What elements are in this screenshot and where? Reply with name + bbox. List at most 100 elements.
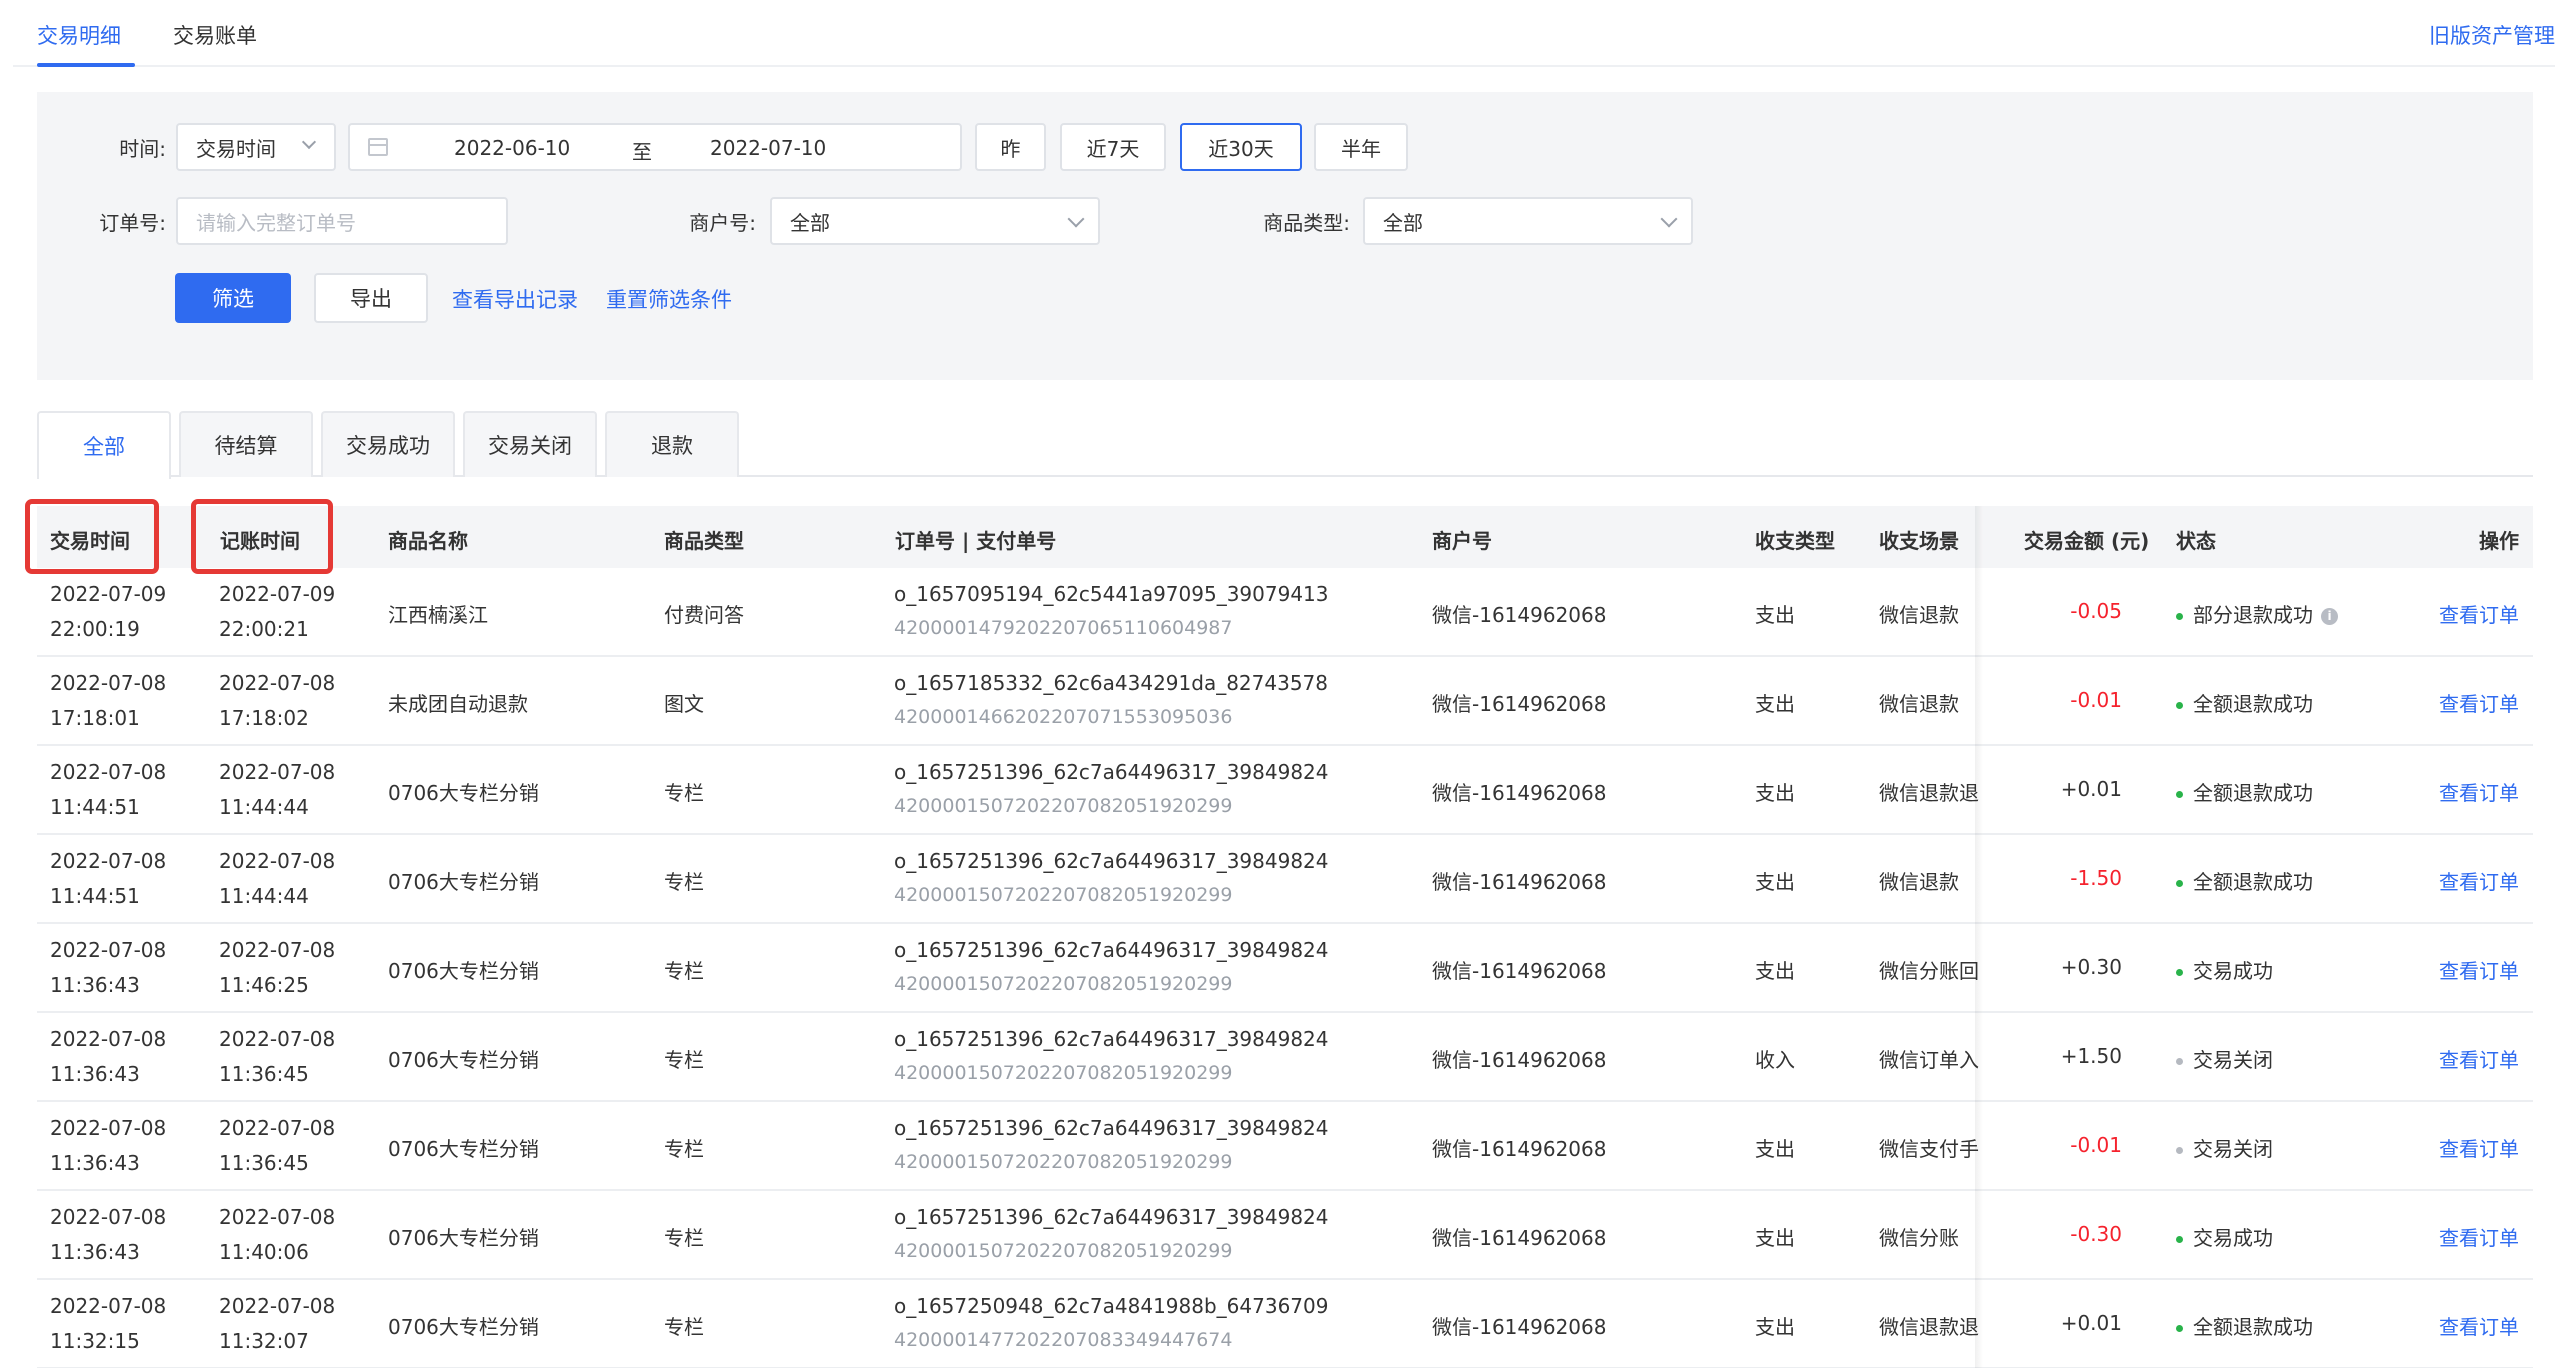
col-actions: 操作 [2479, 529, 2519, 553]
order-number: o_1657251396_62c7a64496317_39849824 [894, 1027, 1329, 1051]
tab-pending-settlement[interactable]: 待结算 [179, 411, 313, 477]
product-name: 0706大专栏分销 [388, 959, 539, 983]
trade-amount: +1.50 [2060, 1044, 2122, 1068]
product-type-select[interactable]: 全部 [1363, 197, 1693, 245]
status-dot-icon [2176, 1058, 2183, 1065]
export-button[interactable]: 导出 [314, 273, 428, 323]
trade-time: 11:36:43 [50, 1062, 140, 1086]
payment-number: 4200001479202207065110604987 [894, 617, 1233, 639]
chevron-down-icon [1660, 210, 1678, 228]
merchant-id: 微信-1614962068 [1432, 603, 1607, 627]
col-product-type: 商品类型 [664, 529, 744, 553]
book-date: 2022-07-08 [219, 1027, 336, 1051]
reset-filters-link[interactable]: 重置筛选条件 [606, 284, 732, 314]
trade-date: 2022-07-08 [50, 1205, 167, 1229]
order-number: o_1657251396_62c7a64496317_39849824 [894, 760, 1329, 784]
tab-trade-closed[interactable]: 交易关闭 [463, 411, 597, 477]
status-text: 全额退款成功 [2193, 870, 2313, 894]
tab-trade-success[interactable]: 交易成功 [321, 411, 455, 477]
status-text: 交易关闭 [2193, 1137, 2273, 1161]
old-asset-management-link[interactable]: 旧版资产管理 [2429, 20, 2555, 50]
status-dot-icon [2176, 1325, 2183, 1332]
tab-transaction-detail[interactable]: 交易明细 [37, 20, 121, 50]
book-time: 17:18:02 [219, 706, 309, 730]
product-name: 0706大专栏分销 [388, 870, 539, 894]
book-date: 2022-07-08 [219, 849, 336, 873]
product-type: 专栏 [664, 1137, 704, 1161]
product-type: 专栏 [664, 1315, 704, 1339]
book-time: 11:32:07 [219, 1329, 309, 1353]
product-type: 专栏 [664, 781, 704, 805]
product-type: 专栏 [664, 1048, 704, 1072]
quick-range-7days[interactable]: 近7天 [1060, 123, 1166, 171]
trade-time: 11:36:43 [50, 973, 140, 997]
col-order-number: 订单号 | 支付单号 [895, 529, 1057, 553]
table-header: 交易时间 记账时间 商品名称 商品类型 订单号 | 支付单号 商户号 收支类型 … [37, 506, 2533, 568]
tab-all[interactable]: 全部 [37, 411, 171, 479]
status-dot-icon [2176, 702, 2183, 709]
trade-date: 2022-07-08 [50, 760, 167, 784]
status-text: 交易成功 [2193, 1226, 2273, 1250]
trade-amount: -0.05 [2070, 599, 2122, 623]
col-io-type: 收支类型 [1755, 529, 1835, 553]
view-order-link[interactable]: 查看订单 [2439, 1044, 2519, 1073]
io-scene: 微信订单入 [1879, 1048, 1979, 1072]
book-time: 11:36:45 [219, 1062, 309, 1086]
payment-number: 4200001507202207082051920299 [894, 1062, 1233, 1084]
view-order-link[interactable]: 查看订单 [2439, 866, 2519, 895]
time-type-select[interactable]: 交易时间 [176, 123, 336, 171]
io-scene: 微信分账回 [1879, 959, 1979, 983]
order-number: o_1657251396_62c7a64496317_39849824 [894, 938, 1329, 962]
col-product-name: 商品名称 [388, 529, 468, 553]
product-type-value: 全部 [1383, 210, 1423, 235]
product-name: 0706大专栏分销 [388, 1137, 539, 1161]
product-name: 江西楠溪江 [388, 603, 488, 627]
merchant-id: 微信-1614962068 [1432, 1137, 1607, 1161]
view-order-link[interactable]: 查看订单 [2439, 1133, 2519, 1162]
merchant-select[interactable]: 全部 [770, 197, 1100, 245]
status-text: 部分退款成功 [2193, 603, 2313, 627]
col-status: 状态 [2176, 529, 2216, 553]
date-range-picker[interactable]: 2022-06-10 至 2022-07-10 [348, 123, 962, 171]
col-amount: 交易金额 (元) [2024, 529, 2150, 553]
book-date: 2022-07-08 [219, 1116, 336, 1140]
trade-time: 22:00:19 [50, 617, 140, 641]
quick-range-yesterday[interactable]: 昨 [975, 123, 1046, 171]
product-type: 专栏 [664, 1226, 704, 1250]
book-time: 11:46:25 [219, 973, 309, 997]
merchant-id: 微信-1614962068 [1432, 870, 1607, 894]
view-order-link[interactable]: 查看订单 [2439, 599, 2519, 628]
highlight-book-time-annotation [191, 499, 333, 574]
trade-time: 11:32:15 [50, 1329, 140, 1353]
tab-refund[interactable]: 退款 [605, 411, 739, 477]
view-order-link[interactable]: 查看订单 [2439, 688, 2519, 717]
view-order-link[interactable]: 查看订单 [2439, 1311, 2519, 1340]
view-order-link[interactable]: 查看订单 [2439, 777, 2519, 806]
chevron-down-icon [301, 134, 317, 150]
info-icon[interactable]: i [2321, 608, 2338, 625]
quick-range-half-year[interactable]: 半年 [1314, 123, 1408, 171]
trade-time: 11:44:51 [50, 795, 140, 819]
merchant-label: 商户号: [689, 211, 756, 235]
calendar-icon [368, 138, 388, 156]
view-export-records-link[interactable]: 查看导出记录 [452, 284, 578, 314]
quick-range-30days[interactable]: 近30天 [1180, 123, 1302, 171]
view-order-link[interactable]: 查看订单 [2439, 1222, 2519, 1251]
io-type: 支出 [1755, 959, 1795, 983]
highlight-trade-time-annotation [25, 499, 159, 574]
status-badge: 全额退款成功 [2176, 688, 2313, 717]
io-scene: 微信退款退 [1879, 781, 1979, 805]
top-tab-bar: 交易明细 交易账单 旧版资产管理 [13, 0, 2555, 67]
trade-amount: -1.50 [2070, 866, 2122, 890]
trade-amount: +0.01 [2060, 777, 2122, 801]
payment-number: 4200001507202207082051920299 [894, 795, 1233, 817]
status-badge: 全额退款成功 [2176, 777, 2313, 806]
table-row: 2022-07-08 17:18:01 2022-07-08 17:18:02 未成团自… [37, 657, 2533, 746]
filter-button[interactable]: 筛选 [175, 273, 291, 323]
view-order-link[interactable]: 查看订单 [2439, 955, 2519, 984]
tab-transaction-bill[interactable]: 交易账单 [173, 20, 257, 50]
io-scene: 微信支付手 [1879, 1137, 1979, 1161]
io-type: 支出 [1755, 781, 1795, 805]
order-number-input[interactable]: 请输入完整订单号 [176, 197, 508, 245]
io-scene: 微信退款 [1879, 692, 1959, 716]
